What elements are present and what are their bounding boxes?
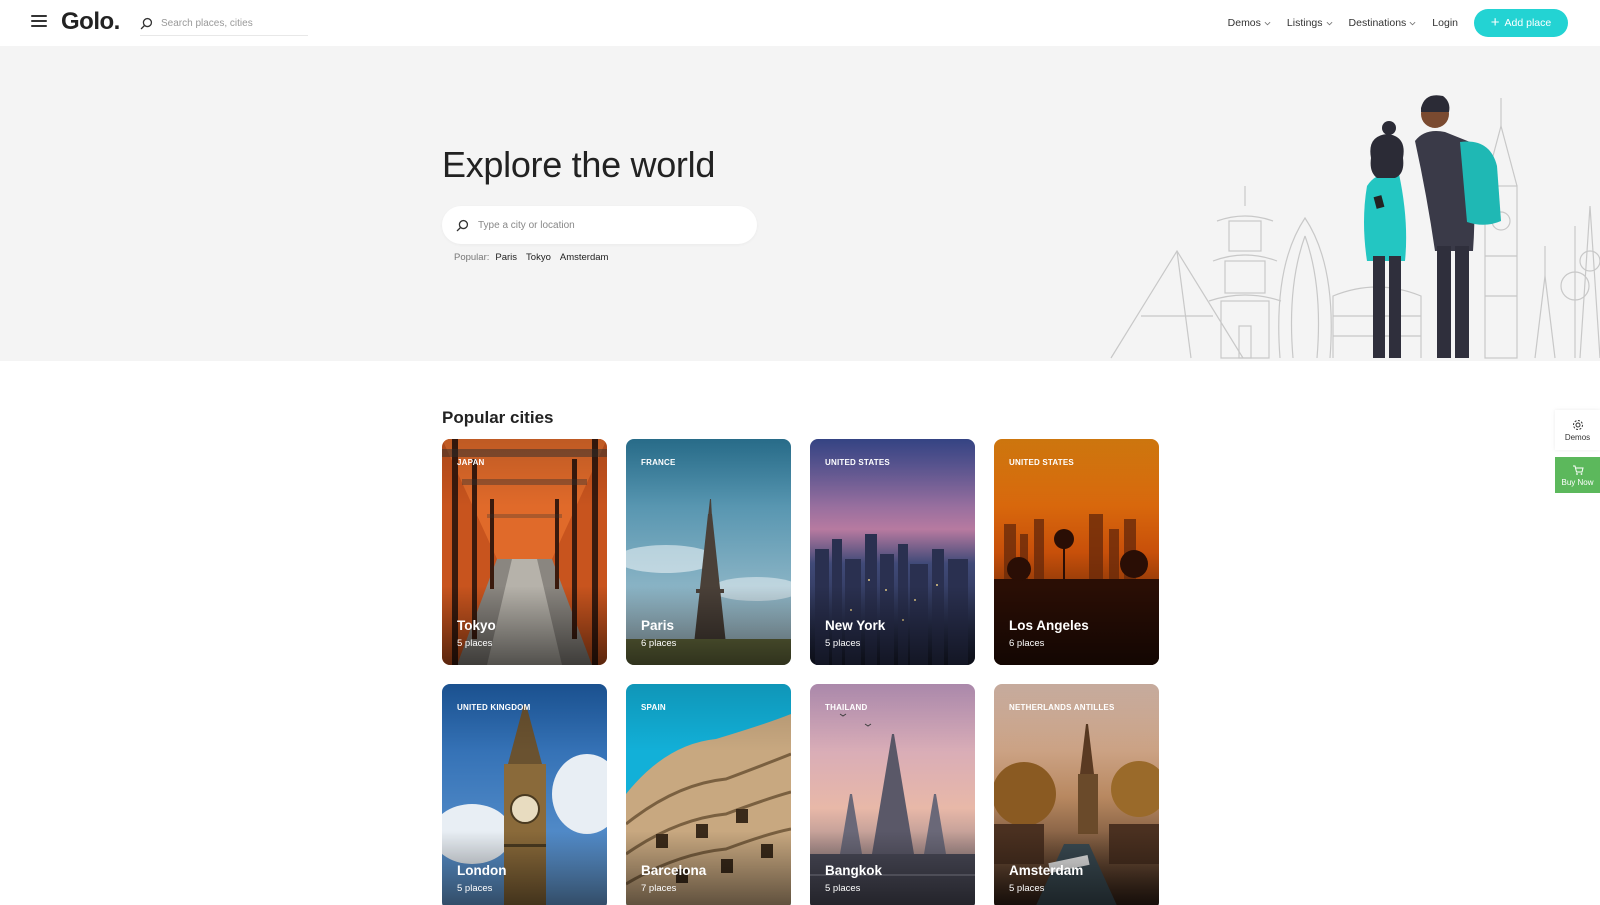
header-search (140, 11, 308, 36)
header-search-input[interactable] (161, 17, 301, 29)
card-places: 7 places (641, 883, 677, 894)
card-places: 5 places (457, 883, 493, 894)
login-link[interactable]: Login (1432, 17, 1458, 29)
chevron-down-icon (1326, 21, 1332, 25)
add-place-button[interactable]: + Add place (1474, 9, 1568, 37)
popular-searches: Popular: Paris Tokyo Amsterdam (454, 252, 608, 263)
add-place-label: Add place (1504, 17, 1552, 29)
side-buy-now-label: Buy Now (1561, 477, 1594, 487)
card-country: France (641, 458, 676, 467)
hero-section: Explore the world Popular: Paris Tokyo A… (0, 46, 1600, 361)
city-card-los-angeles[interactable]: United States Los Angeles 6 places (994, 439, 1159, 665)
city-card-barcelona[interactable]: Spain Barcelona 7 places (626, 684, 791, 905)
card-places: 6 places (641, 638, 677, 649)
card-country: United Kingdom (457, 703, 531, 712)
top-header: Golo. Demos Listings Destinations Login … (0, 0, 1600, 46)
popular-label: Popular: (454, 252, 490, 263)
gear-icon (1572, 419, 1583, 430)
card-city: Tokyo (457, 618, 496, 633)
card-country: Thailand (825, 703, 868, 712)
card-city: Los Angeles (1009, 618, 1089, 633)
card-places: 5 places (825, 883, 861, 894)
popular-link-tokyo[interactable]: Tokyo (526, 252, 551, 263)
main-nav: Demos Listings Destinations Login + Add … (1228, 0, 1600, 46)
nav-listings[interactable]: Listings (1287, 17, 1333, 29)
travelers-landmarks-illustration (1110, 95, 1600, 359)
plus-icon: + (1490, 14, 1500, 31)
chevron-down-icon (1409, 21, 1416, 25)
city-card-new-york[interactable]: United States New York 5 places (810, 439, 975, 665)
side-demos-button[interactable]: Demos (1555, 410, 1600, 450)
nav-destinations-label: Destinations (1348, 17, 1407, 29)
popular-link-amsterdam[interactable]: Amsterdam (560, 252, 609, 263)
nav-demos-label: Demos (1227, 17, 1261, 29)
nav-destinations[interactable]: Destinations (1349, 17, 1417, 29)
popular-link-paris[interactable]: Paris (495, 252, 517, 263)
cart-icon (1572, 465, 1584, 475)
card-country: Spain (641, 703, 666, 712)
city-card-london[interactable]: United Kingdom London 5 places (442, 684, 607, 905)
search-icon (456, 219, 469, 231)
side-buy-now-button[interactable]: Buy Now (1555, 457, 1600, 493)
hero-search-input[interactable] (478, 219, 738, 231)
card-city: Barcelona (641, 863, 707, 878)
city-card-amsterdam[interactable]: Netherlands Antilles Amsterdam 5 places (994, 684, 1159, 905)
nav-demos[interactable]: Demos (1228, 17, 1271, 29)
city-card-tokyo[interactable]: Japan Tokyo 5 places (442, 439, 607, 665)
card-places: 6 places (1009, 638, 1045, 649)
card-city: New York (825, 618, 886, 633)
card-city: London (457, 863, 507, 878)
side-demos-label: Demos (1564, 432, 1591, 442)
card-places: 5 places (1009, 883, 1045, 894)
chevron-down-icon (1264, 21, 1271, 25)
city-card-bangkok[interactable]: Thailand Bangkok 5 places (810, 684, 975, 905)
card-places: 5 places (457, 638, 493, 649)
hero-title: Explore the world (442, 144, 716, 185)
card-country: Netherlands Antilles (1009, 703, 1115, 712)
card-country: United States (825, 458, 890, 467)
card-country: United States (1009, 458, 1074, 467)
nav-listings-label: Listings (1286, 17, 1323, 29)
card-country: Japan (457, 458, 485, 467)
card-places: 5 places (825, 638, 861, 649)
city-card-paris[interactable]: France Paris 6 places (626, 439, 791, 665)
popular-cities-title: Popular cities (442, 408, 554, 427)
card-city: Bangkok (825, 863, 883, 878)
card-city: Amsterdam (1009, 863, 1084, 878)
hamburger-menu-icon[interactable] (31, 15, 47, 29)
hero-search (442, 206, 757, 244)
search-icon (140, 17, 153, 29)
card-city: Paris (641, 618, 675, 633)
site-logo[interactable]: Golo. (61, 8, 120, 36)
